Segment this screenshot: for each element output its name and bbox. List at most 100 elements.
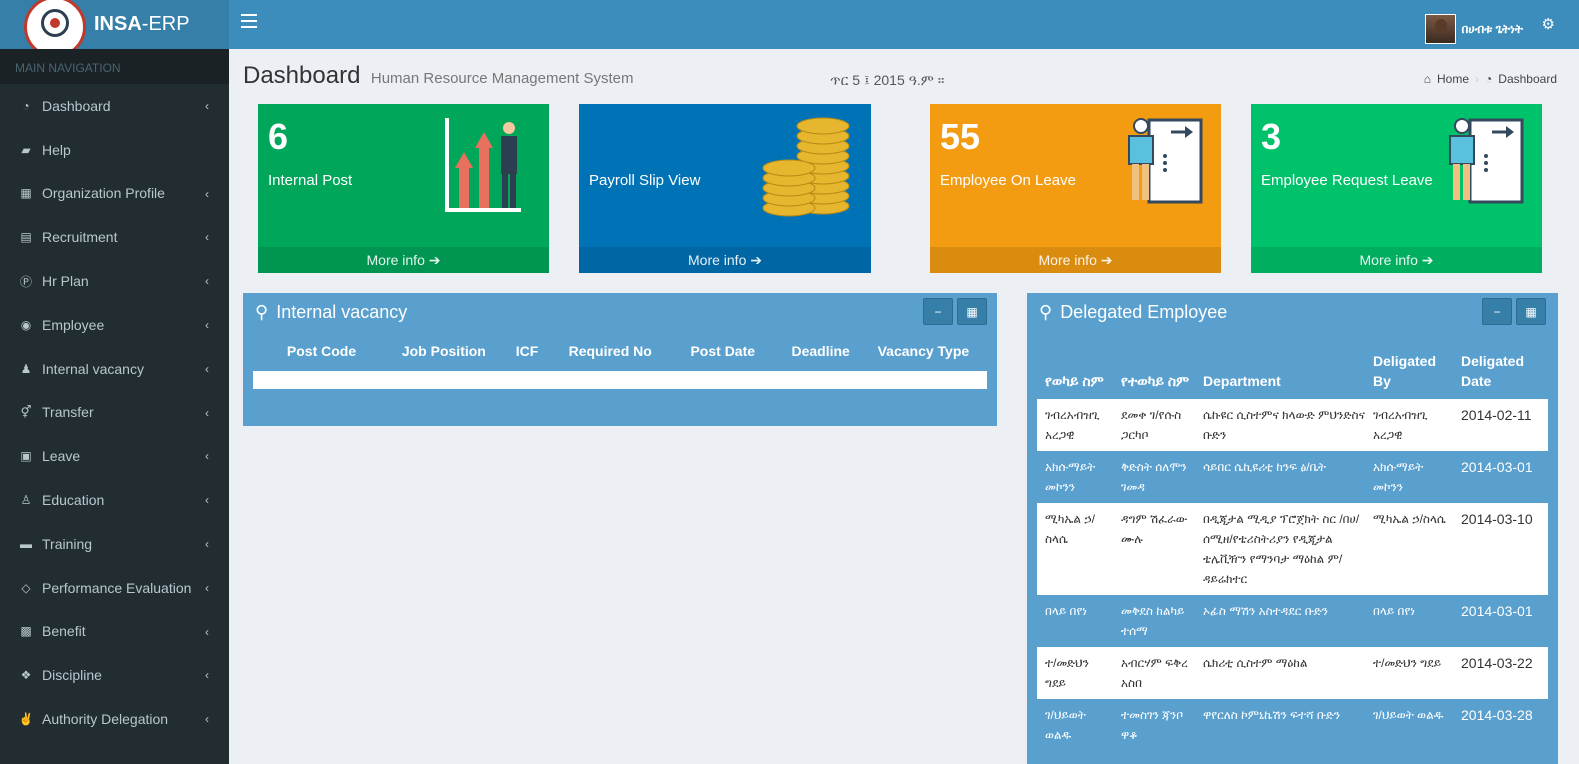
bus-icon: ▬ (20, 536, 32, 551)
sidebar-item-leave[interactable]: ▣ Leave ‹ (0, 434, 229, 478)
sidebar-item-dashboard[interactable]: ◔ Dashboard ‹ (0, 84, 229, 128)
folder-open-icon: ▰ (21, 142, 31, 157)
table-row: ተ/መድህን ግደይ አብርሃም ፍቅረ አስበ ሴክሪቲ ሲስተም ማዕከል ተ/መ… (1037, 647, 1548, 699)
table-cell: 2014-03-22 (1461, 655, 1533, 671)
column-header[interactable]: Vacancy Type (860, 343, 987, 359)
chevron-left-icon: ‹ (205, 536, 209, 551)
table-cell: አብርሃም ፍቅረ አስበ (1121, 656, 1188, 690)
table-cell: በዲጂታል ሚዲያ ፕሮጀክት ስር /በሀ/ሰሚዘ/የቴሪስትሪያን የዲጂታ… (1203, 512, 1360, 586)
column-header[interactable]: Required No (556, 343, 664, 359)
column-header[interactable]: Post Code (253, 343, 390, 359)
sidebar-item-employee[interactable]: ◉ Employee ‹ (0, 303, 229, 347)
employee-on-leave-box: 55 Employee On Leave More info ➔ (930, 104, 1221, 273)
table-row (253, 371, 987, 389)
table-cell: ሴኩዩር ሲስተምና ክላውድ ምህንድስና ቡድን (1203, 408, 1365, 442)
avatar[interactable] (1424, 14, 1456, 44)
column-header[interactable]: Deligated By (1365, 351, 1453, 391)
chevron-left-icon: ‹ (205, 405, 209, 420)
sidebar-item-transfer[interactable]: ⚥ Transfer ‹ (0, 391, 229, 435)
sidebar-item-help[interactable]: ▰ Help (0, 128, 229, 172)
sidebar-item-label: Internal vacancy (42, 360, 144, 377)
table-row: አክሱማይት መኮንን ቅድስት ሰለሞን ገመዳ ሳይበር ሴኪዩሪቲ ከንፍ ፅ… (1037, 451, 1548, 503)
more-info-link[interactable]: More info ➔ (930, 247, 1221, 273)
collapse-button[interactable]: − (1482, 298, 1512, 325)
sidebar-item-organization-profile[interactable]: ▦ Organization Profile ‹ (0, 172, 229, 216)
box-number: 3 (1261, 116, 1282, 157)
current-date: ጥር 5 ፤ 2015 ዓ.ም ፡፡ (830, 72, 945, 88)
sidebar-item-internal-vacancy[interactable]: ♟ Internal vacancy ‹ (0, 347, 229, 391)
box-label: Employee Request Leave (1261, 172, 1433, 189)
internal-post-box: 6 Internal Post More info ➔ (258, 104, 549, 273)
table-cell: በላይ በየነ (1045, 604, 1088, 618)
sidebar-item-discipline[interactable]: ❖ Discipline ‹ (0, 653, 229, 697)
dashboard-icon: ◔ (22, 98, 30, 113)
table-cell: ዳግም ሽፈራው ሙሉ (1121, 512, 1188, 546)
internal-vacancy-panel: ⚲ Internal vacancy − ▦ Post Code Job Posi… (243, 293, 997, 426)
calendar-button[interactable]: ▦ (957, 298, 987, 325)
table-cell: ገብረአብዝጊ አረጋዊ (1373, 408, 1428, 442)
sidebar-item-recruitment[interactable]: ▤ Recruitment ‹ (0, 215, 229, 259)
user-circle-icon: ◉ (20, 317, 32, 332)
id-card-icon: ▤ (20, 230, 32, 245)
breadcrumb-home[interactable]: Home (1437, 72, 1469, 86)
content-header: Dashboard Human Resource Management Syst… (243, 62, 634, 90)
sidebar-toggle-icon[interactable] (241, 14, 257, 28)
table-cell: ተ/መድህን ግደይ (1373, 656, 1442, 670)
breadcrumb-current: Dashboard (1498, 72, 1557, 86)
delegated-table: የወካይ ስም የተወካይ ስም Department Deligated By Del… (1037, 339, 1548, 751)
column-header[interactable]: Post Date (664, 343, 781, 359)
calendar-button[interactable]: ▦ (1516, 298, 1546, 325)
table-cell: አክሱማይት መኮንን (1373, 460, 1424, 494)
vacancy-table-header: Post Code Job Position ICF Required No Post … (243, 331, 997, 371)
column-header[interactable]: Department (1195, 371, 1365, 391)
graduation-icon: ♙ (20, 493, 32, 508)
box-number: 6 (268, 116, 289, 157)
column-header[interactable]: የተወካይ ስም (1113, 371, 1195, 391)
dashboard-icon: ◔ (1485, 72, 1493, 86)
column-header[interactable]: የወካይ ስም (1037, 371, 1113, 391)
transgender-icon: ⚥ (20, 405, 32, 420)
chevron-left-icon: ‹ (205, 712, 209, 727)
employee-request-leave-box: 3 Employee Request Leave More info ➔ (1251, 104, 1542, 273)
cogs-icon[interactable]: ⚙ (1542, 15, 1555, 33)
user-name[interactable]: በሀብቱ ጌትነት (1462, 22, 1523, 37)
sidebar-item-training[interactable]: ▬ Training ‹ (0, 522, 229, 566)
sidebar-item-hr-plan[interactable]: Ⓟ Hr Plan ‹ (0, 259, 229, 303)
table-cell: 2014-03-01 (1461, 603, 1533, 619)
panel-header: ⚲ Internal vacancy (243, 293, 997, 331)
column-header[interactable]: Deadline (781, 343, 859, 359)
box-label: Employee On Leave (940, 172, 1076, 189)
table-cell: ቅድስት ሰለሞን ገመዳ (1121, 460, 1187, 494)
sidebar-item-benefit[interactable]: ▩ Benefit ‹ (0, 610, 229, 654)
column-header[interactable]: Job Position (390, 343, 498, 359)
more-info-link[interactable]: More info ➔ (258, 247, 549, 273)
more-info-link[interactable]: More info ➔ (1251, 247, 1542, 273)
sidebar-item-label: Employee (42, 316, 105, 333)
product-hunt-icon: Ⓟ (19, 274, 32, 289)
table-cell: 2014-03-01 (1461, 459, 1533, 475)
sidebar-item-education[interactable]: ♙ Education ‹ (0, 478, 229, 522)
column-header[interactable]: ICF (498, 343, 557, 359)
payroll-slip-box: Payroll Slip View More info ➔ (579, 104, 871, 273)
collapse-button[interactable]: − (923, 298, 953, 325)
sidebar-item-label: Authority Delegation (42, 711, 169, 728)
sidebar-item-performance-evaluation[interactable]: ◇ Performance Evaluation ‹ (0, 566, 229, 610)
hand-peace-icon: ✌ (18, 712, 34, 727)
page-title: Dashboard (243, 62, 361, 89)
more-info-link[interactable]: More info ➔ (579, 247, 871, 273)
growth-chart-icon (445, 118, 521, 212)
panel-title: Internal vacancy (276, 301, 408, 322)
chevron-left-icon: ‹ (205, 99, 209, 113)
logo-bar[interactable]: INSA-ERP (0, 0, 229, 58)
box-label: Payroll Slip View (589, 172, 701, 189)
sidebar-item-label: Hr Plan (42, 273, 89, 290)
users-icon: ♟ (20, 361, 32, 376)
table-cell: ሚካኤል ኃ/ስላሴ (1045, 512, 1095, 546)
table-cell: ተመስገን ጃንቦ ዋቆ (1121, 708, 1184, 742)
column-header[interactable]: Deligated Date (1453, 351, 1545, 391)
user-menu[interactable]: በሀብቱ ጌትነት (1424, 14, 1523, 44)
building-icon: ▦ (20, 186, 32, 201)
sidebar-item-label: Performance Evaluation (42, 579, 192, 596)
sidebar-item-authority-delegation[interactable]: ✌ Authority Delegation ‹ (0, 697, 229, 741)
table-cell: ኦፊስ ማሽን አስተዳደር ቡድን (1203, 604, 1329, 618)
